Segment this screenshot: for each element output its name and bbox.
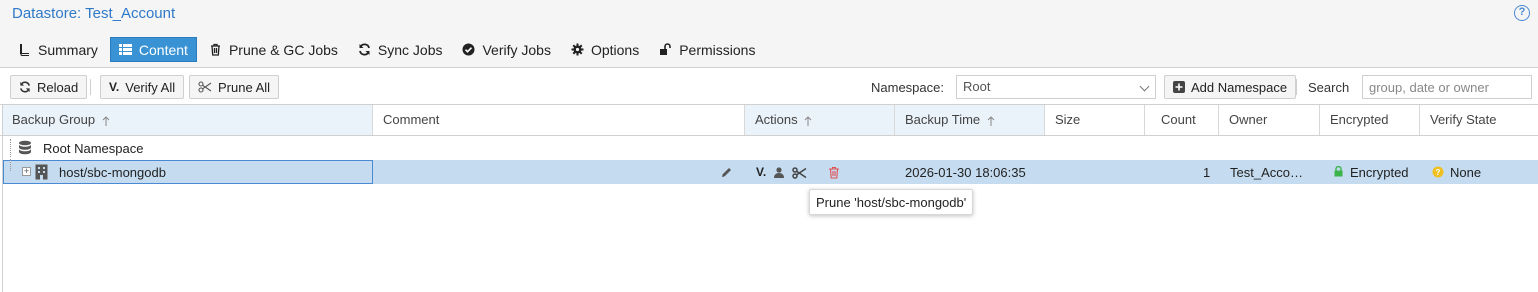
svg-text:?: ?: [1436, 168, 1441, 177]
column-count[interactable]: Count: [1145, 105, 1219, 135]
expand-icon[interactable]: +: [22, 167, 31, 176]
scissors-icon: [198, 81, 212, 93]
trash-icon: [210, 43, 220, 56]
owner-value: Test_Acco…: [1230, 164, 1303, 180]
trash-icon[interactable]: [828, 166, 840, 179]
tab-verify-jobs[interactable]: Verify Jobs: [454, 37, 558, 62]
column-label: Verify State: [1430, 112, 1497, 127]
tab-bar: Summary Content Prune & GC Jobs Sync Job…: [10, 37, 767, 62]
table-row[interactable]: + host/sbc-mongodb V. 2026-01-30 18:06:3…: [3, 159, 1538, 184]
sort-asc-icon: [804, 115, 812, 126]
backup-group-label: host/sbc-mongodb: [59, 164, 166, 180]
count-value: 1: [1203, 164, 1211, 180]
grid-left-border: [2, 105, 3, 292]
column-verify-state[interactable]: Verify State: [1420, 105, 1538, 135]
column-label: Actions: [755, 112, 798, 127]
encrypted-value: Encrypted: [1350, 164, 1409, 180]
tab-summary[interactable]: Summary: [10, 37, 106, 62]
column-owner[interactable]: Owner: [1219, 105, 1320, 135]
tree-line: [10, 139, 11, 157]
page-title: Datastore: Test_Account: [12, 5, 176, 22]
column-label: Encrypted: [1330, 112, 1389, 127]
toolbar-separator: [1296, 79, 1297, 95]
server-icon: [35, 164, 48, 180]
namespace-label: Namespace:: [871, 80, 944, 95]
tab-options[interactable]: Options: [563, 37, 647, 62]
pencil-icon[interactable]: [720, 166, 733, 179]
tab-label: Content: [138, 41, 188, 58]
database-icon: [19, 140, 31, 155]
add-namespace-button[interactable]: Add Namespace: [1164, 75, 1297, 99]
column-label: Owner: [1229, 112, 1268, 127]
chevron-down-icon: [1139, 81, 1150, 92]
grid-icon: [118, 44, 132, 55]
scissors-icon[interactable]: [792, 167, 807, 179]
prune-tooltip: Prune 'host/sbc-mongodb': [809, 189, 974, 215]
column-backup-group[interactable]: Backup Group: [2, 105, 373, 135]
tab-label: Summary: [38, 41, 98, 58]
column-comment[interactable]: Comment: [373, 105, 745, 135]
tab-sync-jobs[interactable]: Sync Jobs: [350, 37, 451, 62]
help-icon[interactable]: ?: [1514, 5, 1530, 21]
tab-permissions[interactable]: Permissions: [651, 37, 763, 62]
tab-label: Verify Jobs: [482, 41, 551, 58]
tab-content[interactable]: Content: [109, 37, 197, 62]
namespace-value: Root: [963, 79, 991, 94]
verify-icon: V.: [109, 80, 120, 94]
namespace-label: Root Namespace: [43, 140, 144, 156]
book-icon: [20, 44, 29, 56]
unlock-icon: [660, 43, 672, 55]
tab-label: Sync Jobs: [377, 41, 443, 58]
tab-label: Permissions: [679, 41, 756, 58]
tree-row-root-namespace[interactable]: Root Namespace: [3, 137, 1538, 159]
refresh-icon: [20, 81, 30, 93]
column-label: Count: [1161, 112, 1196, 127]
refresh-icon: [359, 43, 370, 56]
backup-time: 2026-01-30 18:06:35: [905, 164, 1026, 180]
search-input[interactable]: [1362, 75, 1532, 99]
sort-asc-icon: [102, 115, 110, 126]
plus-square-icon: [1173, 81, 1185, 93]
column-label: Size: [1055, 112, 1081, 127]
user-icon[interactable]: [774, 167, 784, 178]
reload-label: Reload: [37, 79, 79, 95]
column-label: Comment: [383, 112, 440, 127]
tab-prune-gc-jobs[interactable]: Prune & GC Jobs: [201, 37, 346, 62]
column-actions[interactable]: Actions: [745, 105, 895, 135]
column-backup-time[interactable]: Backup Time: [895, 105, 1045, 135]
prune-all-button[interactable]: Prune All: [189, 75, 280, 99]
add-namespace-label: Add Namespace: [1191, 79, 1288, 95]
verify-all-button[interactable]: V. Verify All: [100, 75, 185, 99]
reload-button[interactable]: Reload: [10, 75, 88, 99]
column-size[interactable]: Size: [1045, 105, 1145, 135]
column-label: Backup Group: [12, 112, 96, 127]
grid-header: Backup Group Comment Actions Backup Time…: [0, 105, 1538, 136]
prune-all-label: Prune All: [218, 79, 271, 95]
content-toolbar: Reload V. Verify All Prune All Namespace…: [0, 69, 1538, 105]
search-label: Search: [1308, 80, 1350, 95]
datastore-header: Datastore: Test_Account ? Summary Conten…: [0, 0, 1538, 68]
column-encrypted[interactable]: Encrypted: [1320, 105, 1420, 135]
question-circle-icon: ?: [1432, 166, 1444, 178]
tree-line: [10, 159, 11, 171]
namespace-select[interactable]: Root: [956, 75, 1156, 99]
gear-icon: [571, 43, 584, 56]
verify-state-value: None: [1450, 164, 1482, 180]
toolbar-separator: [90, 79, 91, 95]
verify-icon[interactable]: V.: [756, 160, 766, 184]
lock-icon: [1334, 166, 1343, 177]
tab-label: Prune & GC Jobs: [228, 41, 338, 58]
column-label: Backup Time: [905, 112, 981, 127]
tab-label: Options: [590, 41, 640, 58]
verify-all-label: Verify All: [125, 79, 176, 95]
sort-asc-icon: [987, 115, 995, 126]
check-circle-icon: [462, 43, 475, 56]
